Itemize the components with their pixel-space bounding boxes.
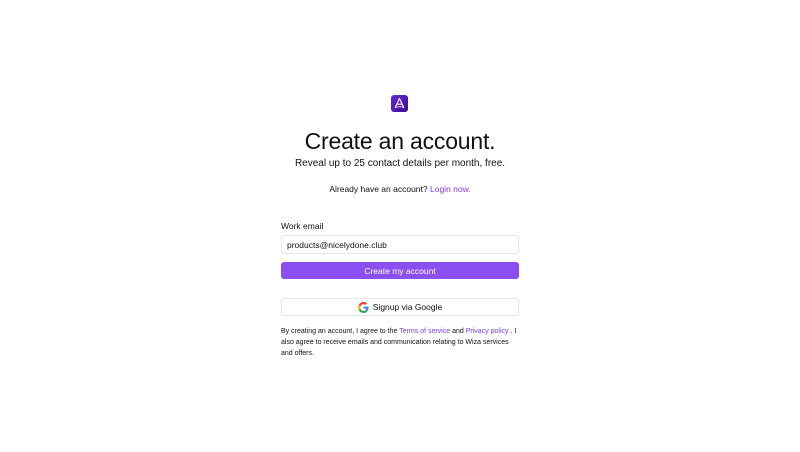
legal-and: and <box>452 328 464 335</box>
email-label: Work email <box>281 221 324 231</box>
google-signup-button[interactable]: Signup via Google <box>281 298 519 316</box>
privacy-link[interactable]: Privacy policy <box>466 328 509 335</box>
google-signup-label: Signup via Google <box>372 302 443 312</box>
google-icon <box>357 301 369 313</box>
page-subtitle: Reveal up to 25 contact details per mont… <box>294 158 506 169</box>
wiza-logo-icon <box>391 95 408 112</box>
page-title: Create an account. <box>304 128 496 154</box>
signup-page: Create an account. Reveal up to 25 conta… <box>0 0 800 452</box>
legal-prefix: By creating an account, I agree to the <box>281 328 398 335</box>
login-prompt-text: Already have an account? <box>329 184 428 194</box>
login-prompt: Already have an account? Login now. <box>0 182 800 196</box>
terms-link[interactable]: Terms of service <box>399 328 450 335</box>
login-link[interactable]: Login now. <box>430 184 471 194</box>
create-account-button[interactable]: Create my account <box>281 262 519 279</box>
legal-notice: By creating an account, I agree to the T… <box>281 327 519 359</box>
signup-form: Work email Create my account Signup via … <box>281 221 519 359</box>
email-field[interactable] <box>281 235 519 254</box>
